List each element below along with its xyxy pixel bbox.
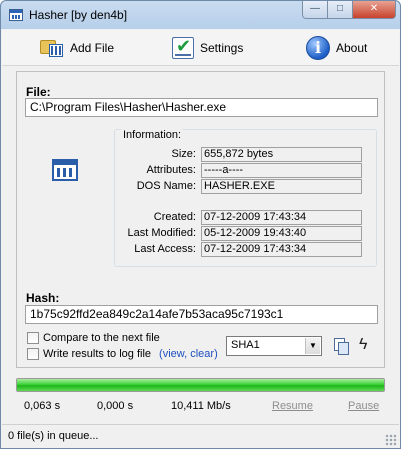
app-icon — [9, 9, 23, 21]
info-value[interactable]: -----a---- — [201, 163, 362, 178]
settings-button[interactable]: Settings — [172, 34, 243, 62]
log-label[interactable]: Write results to log file — [43, 348, 151, 360]
info-row-created: Created: 07-12-2009 17:43:34 — [17, 210, 386, 225]
information-title: Information: — [121, 129, 184, 141]
settings-label: Settings — [200, 41, 244, 55]
about-button[interactable]: i About — [306, 34, 367, 62]
pause-button[interactable]: Pause — [348, 400, 379, 412]
info-row-last-access: Last Access: 07-12-2009 17:43:34 — [17, 242, 386, 257]
hash-label: Hash: — [26, 291, 60, 305]
chevron-down-icon[interactable]: ▼ — [305, 338, 320, 354]
paren-close: ) — [214, 348, 218, 360]
toolbar: Add File Settings i About — [2, 30, 399, 66]
resume-button[interactable]: Resume — [272, 400, 313, 412]
file-label: File: — [26, 85, 51, 99]
info-value[interactable]: 07-12-2009 17:43:34 — [201, 242, 362, 257]
elapsed-time: 0,063 s — [24, 400, 61, 412]
add-file-label: Add File — [70, 41, 115, 55]
hash-speed: 10,411 Mb/s — [171, 400, 231, 412]
hasher-window: Hasher [by den4b] — □ ✕ Add File Setting… — [0, 0, 401, 449]
info-value[interactable]: HASHER.EXE — [201, 179, 362, 194]
log-links: (view, clear) — [159, 348, 218, 360]
title-bar[interactable]: Hasher [by den4b] — □ ✕ — [1, 1, 400, 29]
info-value[interactable]: 05-12-2009 19:43:40 — [201, 226, 362, 241]
close-button[interactable]: ✕ — [353, 1, 396, 19]
info-key: Attributes: — [146, 164, 196, 176]
remaining-time: 0,000 s — [97, 400, 134, 412]
compare-checkbox[interactable] — [27, 332, 39, 344]
compare-label[interactable]: Compare to the next file — [43, 332, 160, 344]
info-key: Created: — [153, 211, 196, 223]
info-key: Last Access: — [134, 243, 196, 255]
progress-bar — [16, 378, 385, 392]
minimize-button[interactable]: — — [302, 1, 328, 19]
info-row-dos-name: DOS Name: HASHER.EXE — [17, 179, 386, 194]
about-label: About — [336, 41, 368, 55]
window-controls: — □ ✕ — [302, 1, 396, 19]
algorithm-value: SHA1 — [231, 339, 260, 351]
clear-log-link[interactable]: clear — [190, 348, 214, 360]
view-log-link[interactable]: view — [163, 348, 184, 360]
window-title: Hasher [by den4b] — [29, 8, 128, 22]
info-row-size: Size: 655,872 bytes — [17, 147, 386, 162]
info-key: Last Modified: — [127, 227, 196, 239]
main-panel: File: C:\Program Files\Hasher\Hasher.exe… — [16, 71, 385, 368]
lightning-icon[interactable]: ϟ — [359, 336, 367, 354]
hash-value-field[interactable]: 1b75c92ffd2ea849c2a14afe7b53aca95c7193c1 — [25, 305, 378, 324]
info-icon: i — [306, 36, 330, 60]
status-bar: 0 file(s) in queue... — [2, 424, 399, 448]
info-key: Size: — [171, 148, 196, 160]
maximize-button[interactable]: □ — [328, 1, 353, 19]
log-checkbox[interactable] — [27, 348, 39, 360]
info-row-attributes: Attributes: -----a---- — [17, 163, 386, 178]
compare-option[interactable]: Compare to the next file — [27, 331, 160, 345]
info-row-last-modified: Last Modified: 05-12-2009 19:43:40 — [17, 226, 386, 241]
progress-fill — [17, 379, 384, 391]
add-file-icon — [40, 38, 64, 58]
resize-grip-icon[interactable] — [385, 434, 397, 446]
add-file-button[interactable]: Add File — [40, 34, 114, 62]
info-key: DOS Name: — [136, 180, 196, 192]
copy-icon[interactable] — [334, 338, 349, 355]
settings-icon — [172, 36, 194, 59]
log-option[interactable]: Write results to log file (view, clear) — [27, 347, 218, 361]
queue-status: 0 file(s) in queue... — [8, 430, 99, 442]
file-path-field[interactable]: C:\Program Files\Hasher\Hasher.exe — [25, 98, 378, 117]
info-value[interactable]: 07-12-2009 17:43:34 — [201, 210, 362, 225]
algorithm-select[interactable]: SHA1 ▼ — [226, 336, 322, 356]
info-value[interactable]: 655,872 bytes — [201, 147, 362, 162]
